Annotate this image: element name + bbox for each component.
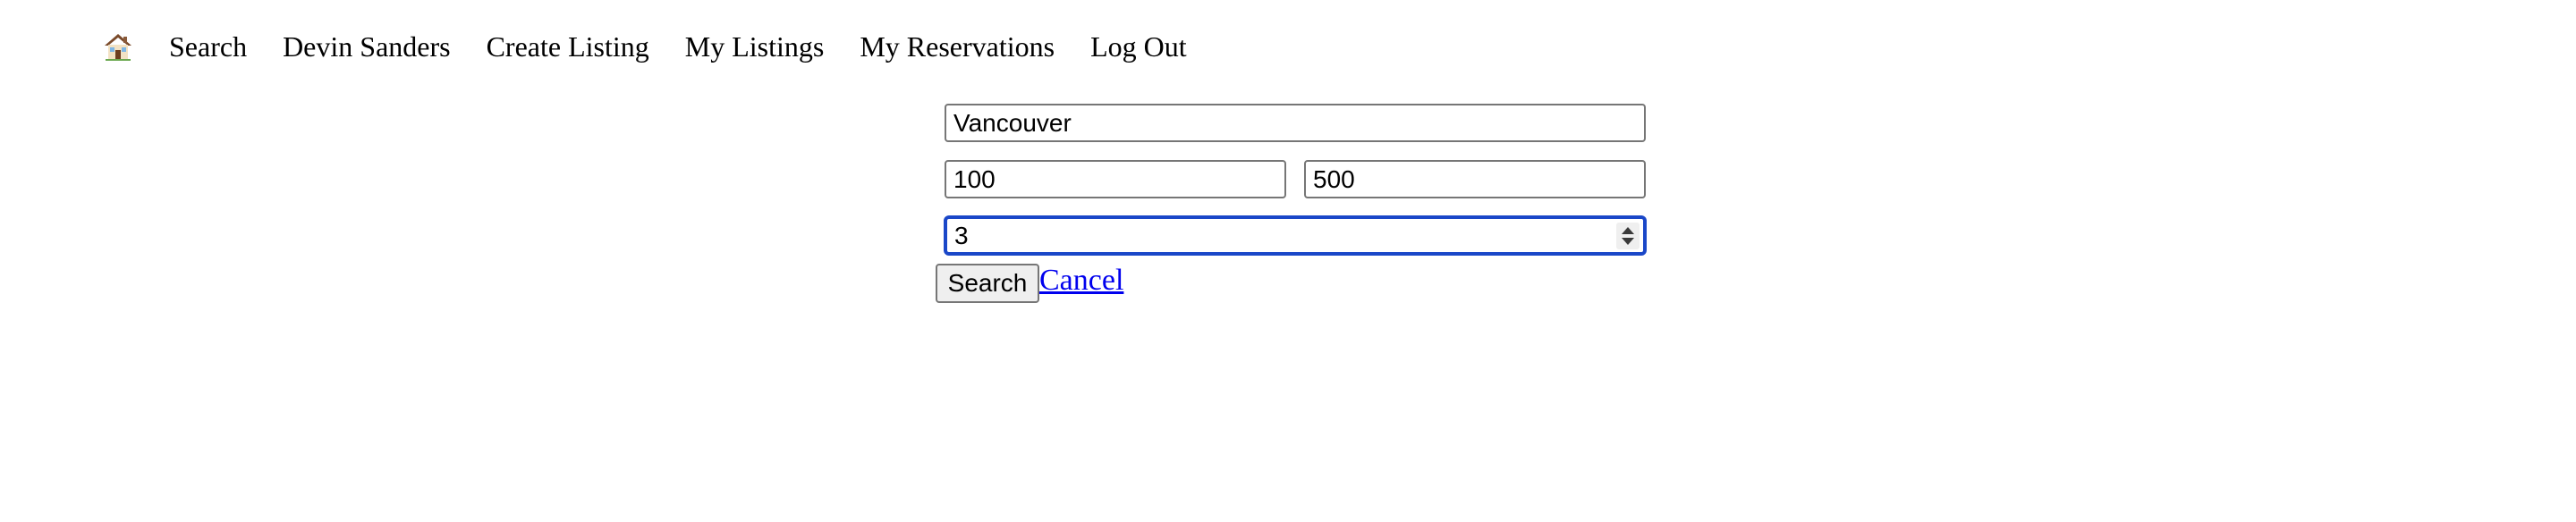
search-button[interactable]: Search bbox=[936, 264, 1039, 303]
guests-number-input[interactable]: 3 bbox=[945, 216, 1646, 255]
house-icon bbox=[103, 31, 133, 62]
nav-log-out-link[interactable]: Log Out bbox=[1090, 29, 1187, 64]
min-price-input-value: 100 bbox=[953, 164, 996, 193]
max-price-input-value: 500 bbox=[1313, 164, 1355, 193]
guests-input-value: 3 bbox=[954, 221, 969, 249]
number-spinner[interactable] bbox=[1616, 223, 1640, 249]
cancel-link[interactable]: Cancel bbox=[1039, 263, 1123, 299]
home-link[interactable] bbox=[103, 31, 133, 62]
spinner-down-icon[interactable] bbox=[1622, 238, 1634, 245]
nav-my-listings-link[interactable]: My Listings bbox=[685, 29, 825, 64]
nav-create-listing-link[interactable]: Create Listing bbox=[487, 29, 649, 64]
location-input[interactable]: Vancouver bbox=[945, 104, 1646, 142]
min-price-input[interactable]: 100 bbox=[945, 160, 1286, 198]
top-nav: Search Devin Sanders Create Listing My L… bbox=[103, 25, 1187, 68]
nav-search-link[interactable]: Search bbox=[169, 29, 247, 64]
nav-user-name-link[interactable]: Devin Sanders bbox=[283, 29, 451, 64]
max-price-input[interactable]: 500 bbox=[1304, 160, 1646, 198]
nav-my-reservations-link[interactable]: My Reservations bbox=[860, 29, 1055, 64]
location-input-value: Vancouver bbox=[953, 108, 1072, 137]
spinner-up-icon[interactable] bbox=[1622, 227, 1634, 234]
